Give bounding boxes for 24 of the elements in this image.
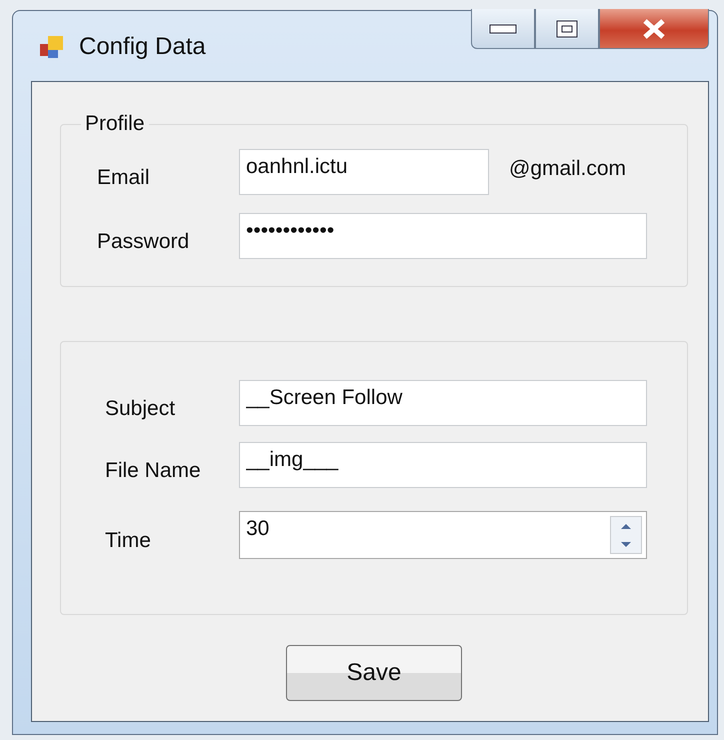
save-button[interactable]: Save bbox=[286, 645, 462, 701]
field-label: Email bbox=[97, 165, 151, 190]
close-icon bbox=[641, 18, 667, 40]
close-button[interactable] bbox=[599, 9, 709, 49]
minimize-button[interactable] bbox=[471, 9, 535, 49]
email-field[interactable]: oanhnl.ictu bbox=[239, 149, 489, 195]
email-suffix: @gmail.com bbox=[509, 157, 626, 182]
app-icon bbox=[39, 34, 65, 60]
field-label: Subject bbox=[105, 396, 176, 421]
window-title: Config Data bbox=[79, 33, 206, 61]
field-label: Time bbox=[105, 528, 152, 553]
down-arrow-icon bbox=[620, 540, 632, 548]
minimize-icon bbox=[489, 24, 517, 34]
text-field[interactable]: __Screen Follow bbox=[239, 380, 647, 426]
up-arrow-icon bbox=[620, 522, 632, 530]
spin-up-button[interactable] bbox=[611, 517, 641, 535]
maximize-button[interactable] bbox=[535, 9, 599, 49]
group-title: Profile bbox=[84, 112, 146, 136]
field-label: File Name bbox=[105, 458, 202, 483]
text-field[interactable]: __img___ bbox=[239, 442, 647, 488]
spin-down-button[interactable] bbox=[611, 535, 641, 553]
maximize-icon bbox=[556, 20, 578, 38]
password-field[interactable]: •••••••••••• bbox=[239, 213, 647, 259]
field-label: Password bbox=[97, 229, 190, 254]
